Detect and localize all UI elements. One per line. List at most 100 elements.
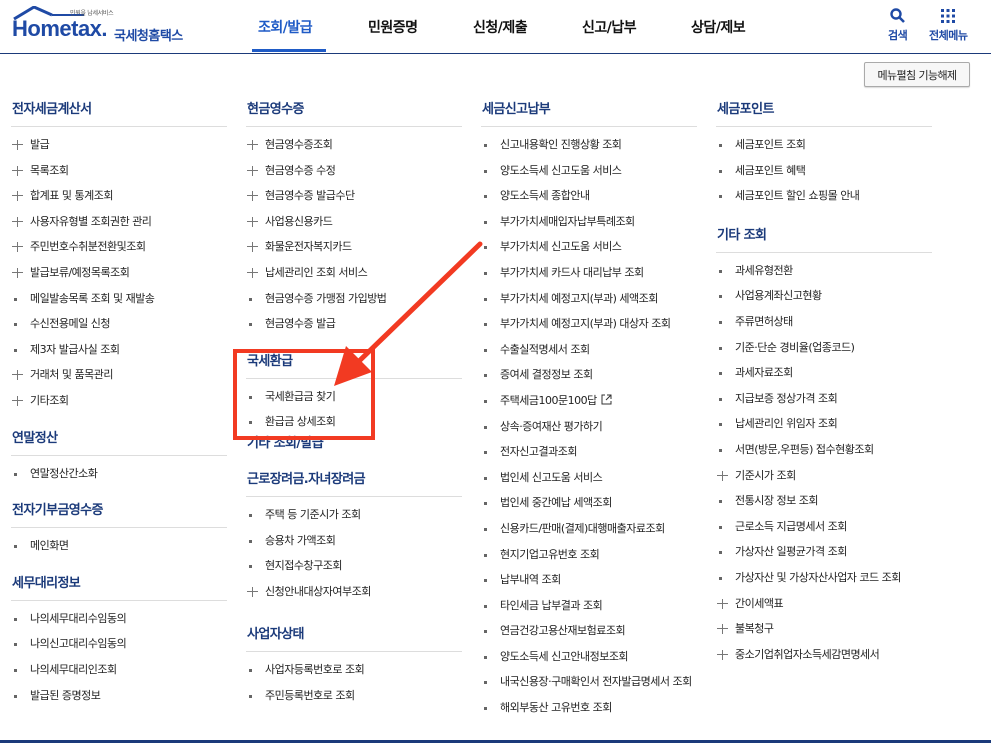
all-menu-button[interactable]: 전체메뉴 [929, 7, 968, 43]
menu-item[interactable]: 연금건강고용산재보험료조회 [481, 621, 697, 647]
menu-item[interactable]: 부가가치세 신고도움 서비스 [481, 237, 697, 263]
menu-item[interactable]: 중소기업취업자소득세감면명세서 [716, 645, 932, 671]
section-title[interactable]: 연말정산 [11, 425, 227, 456]
menu-item[interactable]: 상속·증여재산 평가하기 [481, 417, 697, 443]
menu-item[interactable]: 나의신고대리수임동의 [11, 634, 227, 660]
menu-section: 연말정산연말정산간소화 [11, 425, 227, 490]
bullet-icon [249, 539, 252, 543]
menu-item[interactable]: 부가가치세 카드사 대리납부 조회 [481, 263, 697, 289]
menu-item[interactable]: 기준시가 조회 [716, 466, 932, 492]
menu-item[interactable]: 지급보증 정상가격 조회 [716, 389, 932, 415]
menu-item[interactable]: 법인세 중간예납 세액조회 [481, 493, 697, 519]
menu-item[interactable]: 타인세금 납부결과 조회 [481, 596, 697, 622]
menu-item[interactable]: 발급 [11, 135, 227, 161]
menu-item[interactable]: 세금포인트 조회 [716, 135, 932, 161]
menu-item[interactable]: 메인화면 [11, 536, 227, 562]
menu-item[interactable]: 나의세무대리수임동의 [11, 609, 227, 635]
menu-item[interactable]: 과세유형전환 [716, 261, 932, 287]
menu-item[interactable]: 내국신용장·구매확인서 전자발급명세서 조회 [481, 672, 697, 698]
menu-item[interactable]: 현금영수증 수정 [246, 161, 462, 187]
logo-text: Hometax. [12, 16, 108, 41]
menu-item[interactable]: 주류면허상태 [716, 312, 932, 338]
menu-item[interactable]: 기준·단순 경비율(업종코드) [716, 338, 932, 364]
menu-item[interactable]: 양도소득세 종합안내 [481, 186, 697, 212]
menu-item[interactable]: 주민번호수취분전환및조회 [11, 237, 227, 263]
menu-item[interactable]: 주택세금100문100답 [481, 391, 697, 417]
menu-item[interactable]: 합계표 및 통계조회 [11, 186, 227, 212]
menu-item[interactable]: 발급보류/예정목록조회 [11, 263, 227, 289]
menu-item[interactable]: 발급된 증명정보 [11, 686, 227, 712]
menu-item[interactable]: 해외부동산 고유번호 조회 [481, 698, 697, 724]
menu-item[interactable]: 전통시장 정보 조회 [716, 491, 932, 517]
section-title[interactable]: 기타 조회 [716, 222, 932, 253]
menu-item[interactable]: 신청안내대상자여부조회 [246, 582, 462, 608]
menu-item[interactable]: 사업자등록번호로 조회 [246, 660, 462, 686]
menu-item[interactable]: 전자신고결과조회 [481, 442, 697, 468]
section-title[interactable]: 사업자상태 [246, 621, 462, 653]
menu-item[interactable]: 신용카드/판매(결제)대행매출자료조회 [481, 519, 697, 545]
section-title[interactable]: 세금신고납부 [481, 96, 697, 127]
section-title[interactable]: 현금영수증 [246, 96, 462, 127]
menu-item[interactable]: 현지기업고유번호 조회 [481, 545, 697, 571]
menu-item[interactable]: 주택 등 기준시가 조회 [246, 505, 462, 531]
expand-plus-icon [12, 216, 23, 227]
menu-item[interactable]: 양도소득세 신고도움 서비스 [481, 161, 697, 187]
menu-item[interactable]: 부가가치세 예정고지(부과) 세액조회 [481, 289, 697, 315]
bullet-icon [14, 472, 17, 476]
search-button[interactable]: 검색 [888, 7, 908, 43]
section-title[interactable]: 전자기부금영수증 [11, 497, 227, 529]
menu-item-label: 나의세무대리수임동의 [30, 611, 127, 625]
menu-item[interactable]: 연말정산간소화 [11, 464, 227, 490]
menu-item[interactable]: 사업용계좌신고현황 [716, 286, 932, 312]
section-title[interactable]: 세금포인트 [716, 96, 932, 127]
menu-item[interactable]: 거래처 및 품목관리 [11, 365, 227, 391]
menu-item[interactable]: 법인세 신고도움 서비스 [481, 468, 697, 494]
section-title[interactable]: 세무대리정보 [11, 570, 227, 601]
menu-item[interactable]: 증여세 결정정보 조회 [481, 365, 697, 391]
menu-item[interactable]: 간이세액표 [716, 594, 932, 620]
menu-item[interactable]: 수출실적명세서 조회 [481, 340, 697, 366]
menu-item[interactable]: 납세관리인 위임자 조회 [716, 414, 932, 440]
menu-item[interactable]: 가상자산 및 가상자산사업자 코드 조회 [716, 568, 932, 594]
menu-item[interactable]: 사업용신용카드 [246, 212, 462, 238]
menu-item-label: 거래처 및 품목관리 [30, 368, 113, 382]
menu-item[interactable]: 목록조회 [11, 161, 227, 187]
menu-item[interactable]: 세금포인트 할인 쇼핑몰 안내 [716, 186, 932, 212]
menu-item[interactable]: 사용자유형별 조회권한 관리 [11, 212, 227, 238]
menu-item[interactable]: 가상자산 일평균가격 조회 [716, 542, 932, 568]
menu-item[interactable]: 나의세무대리인조회 [11, 660, 227, 686]
annotation-arrow-icon [334, 241, 483, 386]
menu-item[interactable]: 부가가치세매입자납부특례조회 [481, 212, 697, 238]
menu-item[interactable]: 세금포인트 혜택 [716, 161, 932, 187]
menu-item[interactable]: 납부내역 조회 [481, 570, 697, 596]
menu-item[interactable]: 양도소득세 신고안내정보조회 [481, 647, 697, 673]
menu-item[interactable]: 기타조회 [11, 391, 227, 417]
nav-lookup-issue[interactable]: 조회/발급 [258, 17, 313, 37]
hometax-logo[interactable]: 민원을 납세서비스 Hometax. 국세청홈택스 [10, 4, 195, 48]
menu-item[interactable]: 근로소득 지급명세서 조회 [716, 517, 932, 543]
menu-section: 전자기부금영수증메인화면 [11, 497, 227, 562]
menu-item[interactable]: 현금영수증조회 [246, 135, 462, 161]
menu-item[interactable]: 메일발송목록 조회 및 재발송 [11, 289, 227, 315]
menu-item[interactable]: 수신전용메일 신청 [11, 314, 227, 340]
menu-item[interactable]: 주민등록번호로 조회 [246, 686, 462, 712]
menu-item[interactable]: 불복청구 [716, 619, 932, 645]
nav-report-pay[interactable]: 신고/납부 [582, 17, 637, 37]
section-title[interactable]: 근로장려금.자녀장려금 [246, 466, 462, 497]
menu-item[interactable]: 서면(방문,우편등) 접수현황조회 [716, 440, 932, 466]
menu-item[interactable]: 신고내용확인 진행상황 조회 [481, 135, 697, 161]
menu-item-label: 타인세금 납부결과 조회 [500, 598, 603, 612]
nav-civil-cert[interactable]: 민원증명 [368, 17, 418, 37]
section-title[interactable]: 전자세금계산서 [11, 96, 227, 127]
menu-item[interactable]: 현지접수창구조회 [246, 556, 462, 582]
menu-item[interactable]: 승용차 가액조회 [246, 531, 462, 557]
menu-item[interactable]: 현금영수증 발급수단 [246, 186, 462, 212]
nav-consult[interactable]: 상담/제보 [691, 17, 746, 37]
nav-apply-submit[interactable]: 신청/제출 [473, 17, 528, 37]
menu-item[interactable]: 과세자료조회 [716, 363, 932, 389]
bullet-icon [14, 323, 17, 327]
menu-item[interactable]: 제3자 발급사실 조회 [11, 340, 227, 366]
menu-item-label: 주택 등 기준시가 조회 [265, 507, 361, 521]
menu-item[interactable]: 부가가치세 예정고지(부과) 대상자 조회 [481, 314, 697, 340]
menu-collapse-button[interactable]: 메뉴펼침 기능해제 [864, 62, 970, 87]
